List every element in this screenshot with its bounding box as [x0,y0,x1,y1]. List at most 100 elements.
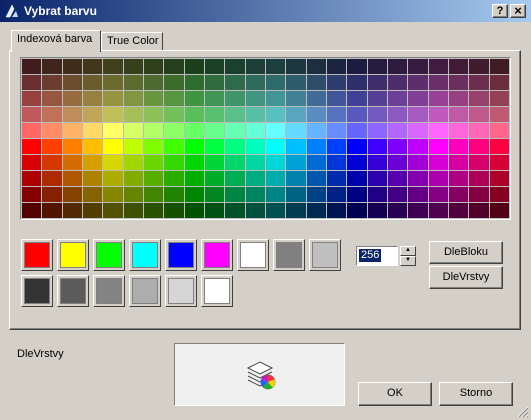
color-grid-cell[interactable] [367,203,387,218]
color-grid-cell[interactable] [469,203,489,218]
color-grid-cell[interactable] [22,75,42,90]
color-grid-cell[interactable] [449,187,469,202]
color-grid-cell[interactable] [225,107,245,122]
color-grid-cell[interactable] [205,123,225,138]
color-grid-cell[interactable] [327,187,347,202]
color-grid-cell[interactable] [103,91,123,106]
swatch-gray[interactable] [273,239,305,271]
color-grid-cell[interactable] [388,75,408,90]
color-grid-cell[interactable] [42,123,62,138]
color-grid-cell[interactable] [22,203,42,218]
color-grid-cell[interactable] [83,59,103,74]
color-grid-cell[interactable] [164,187,184,202]
color-grid-cell[interactable] [347,155,367,170]
color-grid-cell[interactable] [205,171,225,186]
color-grid-cell[interactable] [164,91,184,106]
color-grid-cell[interactable] [22,155,42,170]
color-grid-cell[interactable] [388,171,408,186]
color-grid-cell[interactable] [245,123,265,138]
color-grid-cell[interactable] [428,107,448,122]
color-grid-cell[interactable] [62,139,82,154]
color-grid-cell[interactable] [144,59,164,74]
color-grid-cell[interactable] [184,155,204,170]
color-grid-cell[interactable] [489,187,509,202]
color-grid-cell[interactable] [42,187,62,202]
ok-button[interactable]: OK [358,382,432,406]
color-grid-cell[interactable] [367,123,387,138]
swatch-red[interactable] [21,239,53,271]
color-grid-cell[interactable] [327,171,347,186]
color-grid-cell[interactable] [469,75,489,90]
color-grid-cell[interactable] [62,155,82,170]
color-grid-cell[interactable] [205,155,225,170]
color-grid-cell[interactable] [144,171,164,186]
color-grid-cell[interactable] [469,171,489,186]
color-grid-cell[interactable] [123,107,143,122]
color-grid-cell[interactable] [42,139,62,154]
color-grid-cell[interactable] [306,187,326,202]
color-grid-cell[interactable] [449,107,469,122]
color-grid-cell[interactable] [449,123,469,138]
color-grid-cell[interactable] [184,187,204,202]
color-grid-cell[interactable] [62,203,82,218]
color-grid-cell[interactable] [22,123,42,138]
resize-grip-icon[interactable] [517,406,529,418]
swatch-gray-3[interactable] [93,275,125,307]
color-grid-cell[interactable] [489,75,509,90]
color-grid-cell[interactable] [42,171,62,186]
color-grid-cell[interactable] [144,123,164,138]
color-grid-cell[interactable] [306,91,326,106]
color-grid-cell[interactable] [428,123,448,138]
color-grid-cell[interactable] [22,139,42,154]
color-grid-cell[interactable] [205,139,225,154]
color-grid-cell[interactable] [306,123,326,138]
color-grid-cell[interactable] [266,91,286,106]
color-grid-cell[interactable] [123,139,143,154]
color-grid-cell[interactable] [286,203,306,218]
color-grid-cell[interactable] [347,75,367,90]
color-grid-cell[interactable] [489,107,509,122]
color-grid-cell[interactable] [144,107,164,122]
color-grid-cell[interactable] [428,59,448,74]
color-grid-cell[interactable] [489,203,509,218]
color-grid-cell[interactable] [266,107,286,122]
color-grid-cell[interactable] [266,203,286,218]
color-grid-cell[interactable] [83,139,103,154]
color-grid-cell[interactable] [347,203,367,218]
color-grid-cell[interactable] [184,203,204,218]
color-grid-cell[interactable] [245,203,265,218]
swatch-gray-4[interactable] [129,275,161,307]
color-grid-cell[interactable] [83,203,103,218]
color-grid-cell[interactable] [469,187,489,202]
color-grid-cell[interactable] [245,139,265,154]
color-grid-cell[interactable] [184,123,204,138]
color-grid-cell[interactable] [123,187,143,202]
by-block-button[interactable]: DleBloku [429,241,503,264]
color-grid-cell[interactable] [388,155,408,170]
color-grid-cell[interactable] [327,107,347,122]
color-grid-cell[interactable] [62,187,82,202]
color-grid-cell[interactable] [184,171,204,186]
color-grid-cell[interactable] [62,123,82,138]
color-grid-cell[interactable] [367,59,387,74]
color-grid-cell[interactable] [22,171,42,186]
color-grid-cell[interactable] [428,203,448,218]
color-grid-cell[interactable] [164,75,184,90]
color-grid-cell[interactable] [164,139,184,154]
color-grid-cell[interactable] [266,171,286,186]
color-grid-cell[interactable] [103,171,123,186]
color-grid-cell[interactable] [225,59,245,74]
color-grid-cell[interactable] [408,203,428,218]
color-grid-cell[interactable] [123,59,143,74]
color-grid-cell[interactable] [205,187,225,202]
color-grid-cell[interactable] [205,203,225,218]
color-grid-cell[interactable] [388,203,408,218]
color-grid-cell[interactable] [489,123,509,138]
color-grid-cell[interactable] [286,171,306,186]
color-grid-cell[interactable] [184,91,204,106]
color-grid-cell[interactable] [62,107,82,122]
color-grid-cell[interactable] [205,75,225,90]
color-grid-cell[interactable] [266,75,286,90]
color-grid-cell[interactable] [306,107,326,122]
color-grid-cell[interactable] [83,171,103,186]
